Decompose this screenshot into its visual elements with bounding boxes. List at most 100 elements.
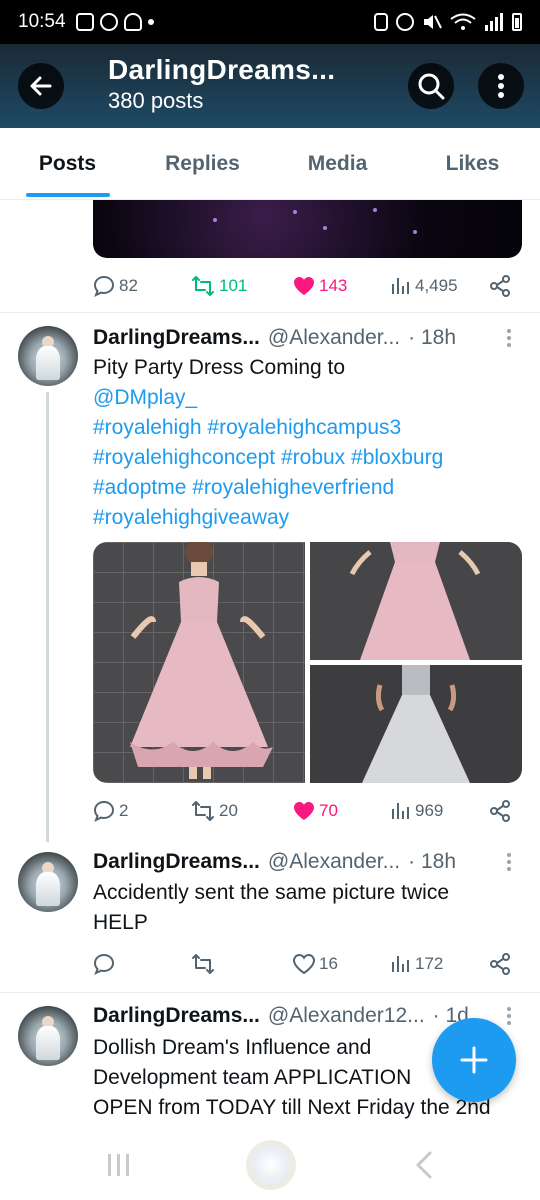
tweet-hashtag-link[interactable]: #royalehighconcept #robux #bloxburg (93, 443, 533, 473)
battery-icon (512, 13, 522, 31)
retweet-count: 101 (219, 276, 248, 295)
share-icon (490, 275, 510, 297)
media-sparkle (293, 210, 297, 214)
home-icon[interactable] (246, 1140, 296, 1190)
tweet-hashtag-link[interactable]: #adoptme #royalehigheverfriend (93, 473, 533, 503)
tweet-divider (0, 312, 540, 313)
back-button[interactable] (18, 63, 64, 109)
reply-icon (93, 800, 115, 822)
tweet-media-image[interactable] (93, 200, 522, 258)
retweet-icon (192, 276, 214, 296)
more-vertical-icon (498, 74, 504, 98)
tweet-author-handle[interactable]: @Alexander... (268, 850, 400, 874)
dress-closeup-image (349, 542, 481, 660)
tweet-media-image[interactable] (93, 542, 305, 783)
media-sparkle (413, 230, 417, 234)
tweet-actions: 16 172 (93, 948, 523, 980)
tweet-more-icon[interactable] (507, 1007, 511, 1025)
wifi-icon (450, 13, 476, 30)
reply-button[interactable]: 82 (93, 275, 138, 297)
share-button[interactable] (489, 800, 511, 822)
avatar-figure-dress (36, 872, 60, 906)
tweet-author-name[interactable]: DarlingDreams... (93, 850, 260, 874)
search-icon (418, 73, 445, 100)
tweet-more-icon[interactable] (507, 853, 511, 871)
tweet-hashtag-link[interactable]: #royalehigh #royalehighcampus3 (93, 413, 533, 443)
tweet-media-image[interactable] (310, 665, 522, 783)
tab-replies[interactable]: Replies (135, 128, 270, 199)
compose-button[interactable] (432, 1018, 516, 1102)
tweet-text: Pity Party Dress Coming to @DMplay_ #roy… (93, 353, 533, 533)
alarm-icon (396, 13, 414, 31)
status-notification-icons (75, 13, 154, 31)
header-titles: DarlingDreams... 380 posts (108, 54, 335, 114)
share-icon (490, 800, 510, 822)
sim-icon (374, 13, 388, 31)
tweet-text-line: HELP (93, 911, 148, 934)
like-count: 143 (319, 276, 348, 295)
tweet-author-handle[interactable]: @Alexander12... (268, 1004, 425, 1028)
tweet-author-name[interactable]: DarlingDreams... (93, 326, 260, 350)
media-sparkle (323, 226, 327, 230)
retweet-button[interactable] (191, 953, 219, 975)
reply-button[interactable] (93, 953, 119, 975)
views-count: 969 (415, 801, 444, 820)
recents-icon[interactable] (108, 1154, 129, 1176)
tweet-media-image[interactable] (310, 542, 522, 660)
like-button[interactable]: 70 (293, 801, 338, 821)
tweet-hashtag-link[interactable]: #royalehighgiveaway (93, 503, 533, 533)
like-button[interactable]: 143 (293, 276, 347, 296)
reply-icon (93, 953, 115, 975)
gallery-notification-icon (75, 13, 94, 31)
tweet-divider (0, 992, 540, 993)
thread-connector (46, 392, 49, 842)
signal-icon (485, 13, 503, 31)
dress-model-image (130, 542, 273, 779)
tweet-timestamp: · 18h (408, 850, 457, 873)
share-button[interactable] (489, 275, 511, 297)
nav-back-icon[interactable] (414, 1150, 434, 1180)
views-button[interactable]: 4,495 (391, 276, 458, 296)
tweet-header: DarlingDreams... @Alexander... · 18h (93, 847, 513, 877)
share-button[interactable] (489, 953, 511, 975)
post-count: 380 posts (108, 88, 204, 113)
status-system-icons (374, 13, 522, 31)
tab-posts[interactable]: Posts (0, 128, 135, 199)
tweet-header: DarlingDreams... @Alexander... · 18h (93, 323, 513, 353)
avatar[interactable] (18, 852, 78, 912)
media-sparkle (213, 218, 217, 222)
avatar[interactable] (18, 1006, 78, 1066)
like-button[interactable]: 16 (293, 954, 338, 974)
more-notifications-dot-icon (147, 19, 154, 25)
tweet-media-grid (93, 542, 522, 783)
reply-count: 2 (119, 801, 129, 820)
heart-icon (294, 277, 314, 295)
tab-likes[interactable]: Likes (405, 128, 540, 199)
views-icon (392, 803, 409, 819)
tweet-author-handle[interactable]: @Alexander... (268, 326, 400, 350)
heart-icon (293, 954, 315, 974)
views-button[interactable]: 172 (391, 954, 443, 974)
media-sparkle (373, 208, 377, 212)
reply-button[interactable]: 2 (93, 800, 128, 822)
like-count: 16 (319, 954, 338, 973)
retweet-button[interactable]: 101 (191, 275, 247, 297)
tweet-more-icon[interactable] (507, 329, 511, 347)
heart-icon (294, 802, 314, 820)
mute-icon (424, 15, 442, 29)
retweet-button[interactable]: 20 (191, 800, 238, 822)
app-notification-icon (123, 13, 142, 31)
tweet-author-name[interactable]: DarlingDreams... (93, 1004, 260, 1028)
back-arrow-icon (30, 76, 52, 96)
more-options-button[interactable] (478, 63, 524, 109)
tweet-actions: 82 101 143 4,495 (93, 270, 523, 302)
search-button[interactable] (408, 63, 454, 109)
dress-silver-image (362, 665, 470, 783)
views-count: 4,495 (415, 276, 458, 295)
tweet-mention-link[interactable]: @DMplay_ (93, 383, 533, 413)
tab-media[interactable]: Media (270, 128, 405, 199)
avatar[interactable] (18, 326, 78, 386)
profile-name: DarlingDreams... (108, 54, 336, 85)
views-button[interactable]: 969 (391, 801, 443, 821)
viber-notification-icon (99, 13, 118, 31)
